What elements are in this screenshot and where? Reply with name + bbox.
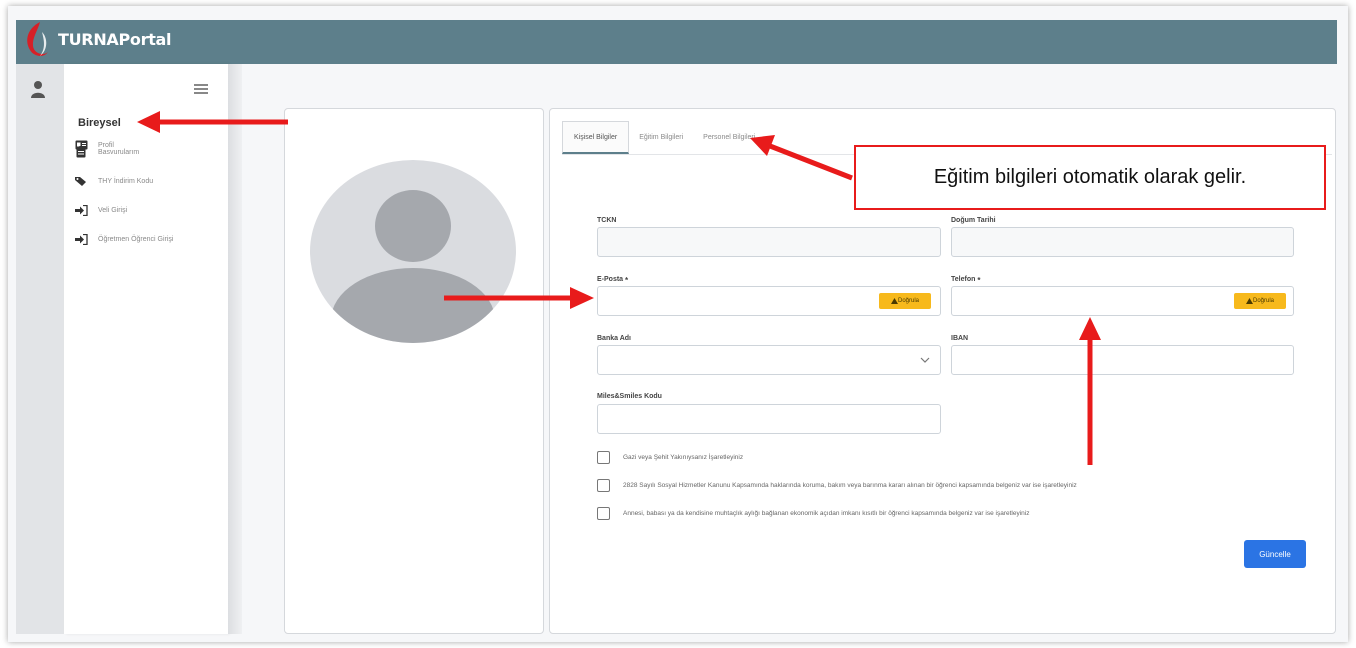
update-button[interactable]: Güncelle: [1244, 540, 1306, 568]
sidebar-title: Bireysel: [78, 117, 121, 129]
checkbox-muhtaclik[interactable]: [597, 507, 610, 520]
tab-egitim-bilgileri[interactable]: Eğitim Bilgileri: [629, 121, 693, 154]
bank-label: Banka Adı: [597, 335, 631, 342]
tag-icon: [74, 175, 88, 187]
checkbox-gazi[interactable]: [597, 451, 610, 464]
miles-label: Miles&Smiles Kodu: [597, 393, 662, 400]
warning-icon: [1245, 298, 1253, 304]
tab-personel-bilgileri[interactable]: Personel Bilgileri: [693, 121, 765, 154]
sidebar-item-label: Veli Girişi: [98, 206, 128, 214]
annotation-callout: Eğitim bilgileri otomatik olarak gelir.: [854, 145, 1326, 210]
avatar-placeholder-icon[interactable]: [310, 160, 516, 343]
verify-label: Doğrula: [897, 298, 919, 304]
checkbox-2828-label: 2828 Sayılı Sosyal Hizmetler Kanunu Kaps…: [623, 482, 1077, 489]
tckn-label: TCKN: [597, 217, 617, 224]
phone-label: Telefon *: [951, 276, 981, 285]
tab-kisisel-bilgiler[interactable]: Kişisel Bilgiler: [562, 121, 630, 154]
sidebar-item-label: Basvurularım: [98, 148, 140, 156]
checkbox-2828[interactable]: [597, 479, 610, 492]
email-verify-button[interactable]: Doğrula: [879, 293, 931, 309]
turna-logo-icon: [27, 22, 48, 56]
app-brand[interactable]: TURNAPortal: [58, 30, 172, 49]
tckn-field[interactable]: [597, 227, 941, 257]
sidebar-item-ogretmen-ogrenci-girisi[interactable]: Öğretmen Öğrenci Girişi: [74, 232, 173, 246]
sidebar-item-label: Öğretmen Öğrenci Girişi: [98, 235, 174, 243]
sign-in-icon: [74, 204, 88, 216]
email-label: E-Posta *: [597, 276, 629, 285]
top-bar: [16, 20, 1337, 64]
required-mark: *: [625, 276, 629, 285]
bank-select[interactable]: [597, 345, 941, 375]
iban-field[interactable]: [951, 345, 1294, 375]
sidebar-item-thy-indirim[interactable]: THY İndirim Kodu: [74, 174, 153, 188]
user-icon[interactable]: [30, 80, 46, 100]
verify-label: Doğrula: [1252, 298, 1274, 304]
checkbox-muhtaclik-label: Annesi, babası ya da kendisine muhtaçlık…: [623, 510, 1030, 517]
warning-icon: [890, 298, 898, 304]
phone-verify-button[interactable]: Doğrula: [1234, 293, 1286, 309]
birth-date-label: Doğum Tarihi: [951, 217, 996, 224]
clipboard-icon: [74, 146, 88, 158]
sign-in-icon: [74, 233, 88, 245]
sidebar-item-veli-girisi[interactable]: Veli Girişi: [74, 203, 127, 217]
chevron-down-icon: [920, 357, 930, 363]
sidebar-shadow: [228, 64, 242, 634]
menu-toggle-icon[interactable]: [194, 84, 208, 94]
required-mark: *: [977, 276, 981, 285]
tab-bar: Kişisel Bilgiler Eğitim Bilgileri Person…: [562, 121, 765, 154]
screenshot-stage: TURNAPortal Bireysel Profil Basvurularım…: [0, 0, 1356, 648]
miles-code-field[interactable]: [597, 404, 941, 434]
sidebar-rail: [16, 64, 64, 634]
sidebar-item-label: THY İndirim Kodu: [98, 177, 154, 185]
iban-label: IBAN: [951, 335, 969, 342]
sidebar-item-basvurularim[interactable]: Basvurularım: [74, 145, 139, 159]
birth-date-field[interactable]: [951, 227, 1294, 257]
checkbox-gazi-label: Gazi veya Şehit Yakınıysanız İşaretleyin…: [623, 454, 744, 461]
